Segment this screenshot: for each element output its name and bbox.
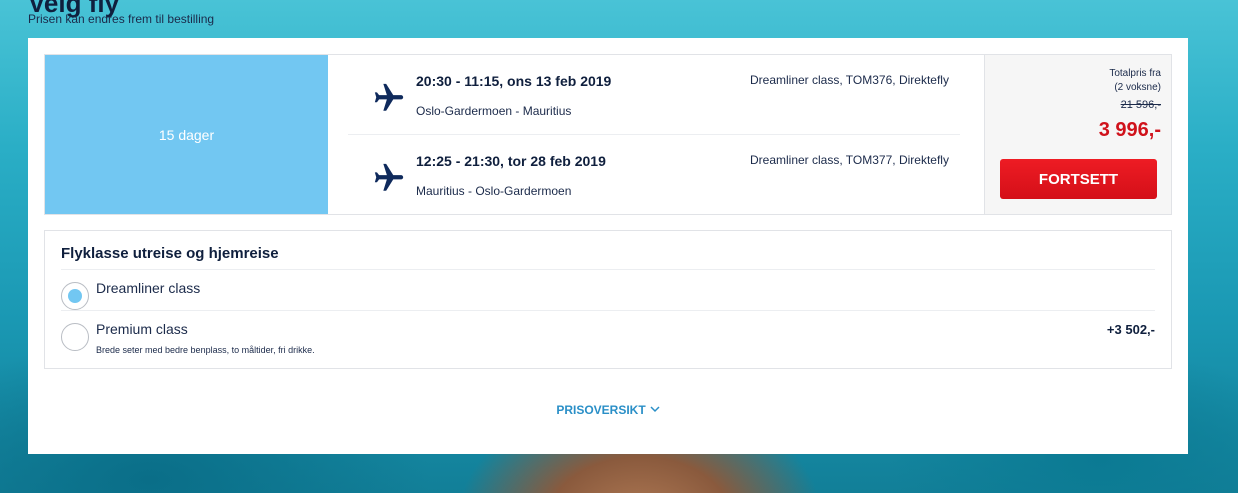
flight-list: 20:30 - 11:15, ons 13 feb 2019 Oslo-Gard… <box>328 55 984 214</box>
radio-premium[interactable] <box>61 323 89 351</box>
plane-outbound-icon <box>374 83 404 111</box>
return-route: Mauritius - Oslo-Gardermoen <box>416 184 572 198</box>
return-details: Dreamliner class, TOM377, Direktefly <box>750 153 949 167</box>
flight-class-title: Flyklasse utreise og hjemreise <box>61 245 279 262</box>
continue-button[interactable]: FORTSETT <box>1000 159 1157 199</box>
class-option-price: +3 502,- <box>1106 322 1155 337</box>
return-time: 12:25 - 21:30, tor 28 feb 2019 <box>416 153 606 169</box>
duration-panel: 15 dager <box>45 55 328 214</box>
price-current: 3 996,- <box>1098 119 1161 141</box>
divider <box>61 269 1155 270</box>
duration-label: 15 dager <box>158 126 215 143</box>
price-original: 21 596,- <box>1120 99 1161 111</box>
price-overview-label: PRISOVERSIKT <box>556 403 646 417</box>
class-option-label: Dreamliner class <box>96 280 201 296</box>
chevron-down-icon <box>650 402 660 416</box>
outbound-route: Oslo-Gardermoen - Mauritius <box>416 104 572 118</box>
price-label: Totalpris fra (2 voksne) <box>1109 67 1161 95</box>
price-label-passengers: (2 voksne) <box>1114 82 1161 93</box>
radio-dreamliner[interactable] <box>61 282 89 310</box>
plane-return-icon <box>374 163 404 191</box>
price-panel: Totalpris fra (2 voksne) 21 596,- 3 996,… <box>984 55 1171 214</box>
price-label-total: Totalpris fra <box>1109 68 1161 79</box>
return-flight: 12:25 - 21:30, tor 28 feb 2019 Mauritius… <box>348 135 960 215</box>
class-option-description: Brede seter med bedre benplass, to målti… <box>96 345 315 355</box>
divider <box>61 310 1155 311</box>
class-option-label: Premium class <box>96 321 188 337</box>
class-option-premium[interactable]: Premium class Brede seter med bedre benp… <box>61 319 1155 359</box>
outbound-time: 20:30 - 11:15, ons 13 feb 2019 <box>416 73 612 89</box>
trip-summary: 15 dager 20:30 - 11:15, ons 13 feb 2019 … <box>44 54 1172 215</box>
flight-card: 15 dager 20:30 - 11:15, ons 13 feb 2019 … <box>28 38 1188 454</box>
outbound-flight: 20:30 - 11:15, ons 13 feb 2019 Oslo-Gard… <box>348 55 960 135</box>
class-option-dreamliner[interactable]: Dreamliner class <box>61 278 1155 318</box>
outbound-details: Dreamliner class, TOM376, Direktefly <box>750 73 949 87</box>
price-overview-link[interactable]: PRISOVERSIKT <box>28 402 1188 417</box>
flight-class-selector: Flyklasse utreise og hjemreise Dreamline… <box>44 230 1172 369</box>
page-subheading: Prisen kan endres frem til bestilling <box>28 12 215 26</box>
